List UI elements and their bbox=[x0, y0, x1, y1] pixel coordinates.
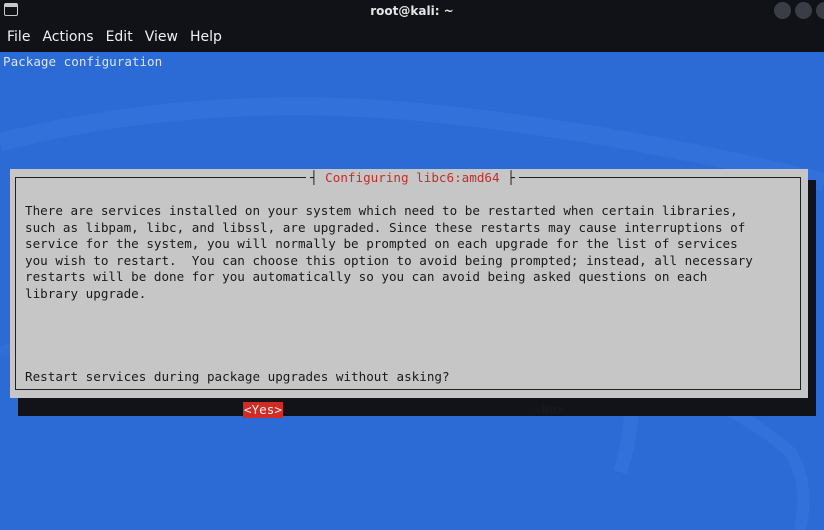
dialog-shadow-right bbox=[808, 180, 816, 416]
close-button[interactable] bbox=[816, 2, 824, 19]
dialog-question: Restart services during package upgrades… bbox=[25, 369, 450, 384]
menu-edit[interactable]: Edit bbox=[106, 29, 133, 45]
terminal-window: root@kali: ~ File Actions Edit View Help… bbox=[0, 0, 824, 530]
minimize-button[interactable] bbox=[774, 2, 791, 19]
dialog-title: ┤ Configuring libc6:amd64 ├ bbox=[306, 169, 519, 186]
dialog-shadow bbox=[18, 398, 812, 416]
body-line: restarts will be done for you automatica… bbox=[25, 269, 708, 284]
body-line: There are services installed on your sys… bbox=[25, 203, 738, 218]
no-button[interactable]: <No> bbox=[533, 402, 565, 418]
yes-button[interactable]: <Yes> bbox=[243, 402, 283, 418]
menu-file[interactable]: File bbox=[7, 29, 30, 45]
body-line: such as libpam, libc, and libssl, are up… bbox=[25, 219, 746, 235]
menu-actions[interactable]: Actions bbox=[42, 29, 93, 45]
menu-view[interactable]: View bbox=[145, 29, 178, 45]
terminal-area[interactable]: Package configuration ┤ Configuring libc… bbox=[0, 52, 824, 530]
maximize-button[interactable] bbox=[795, 2, 812, 19]
configuration-dialog: ┤ Configuring libc6:amd64 ├ There are se… bbox=[10, 169, 808, 418]
title-bar[interactable]: root@kali: ~ bbox=[0, 0, 824, 22]
dialog-title-text: Configuring libc6:amd64 bbox=[325, 170, 500, 185]
window-title: root@kali: ~ bbox=[370, 4, 454, 18]
terminal-icon bbox=[4, 3, 18, 16]
title-bracket-left: ┤ bbox=[310, 170, 326, 185]
package-configuration-header: Package configuration bbox=[3, 54, 163, 69]
body-line: service for the system, you will normall… bbox=[25, 236, 738, 251]
dialog-body: There are services installed on your sys… bbox=[25, 203, 795, 302]
menu-help[interactable]: Help bbox=[190, 29, 222, 45]
body-line: you wish to restart. You can choose this… bbox=[25, 252, 753, 268]
title-bracket-right: ├ bbox=[499, 170, 515, 185]
body-line: library upgrade. bbox=[25, 285, 147, 301]
menu-bar: File Actions Edit View Help bbox=[0, 22, 824, 52]
